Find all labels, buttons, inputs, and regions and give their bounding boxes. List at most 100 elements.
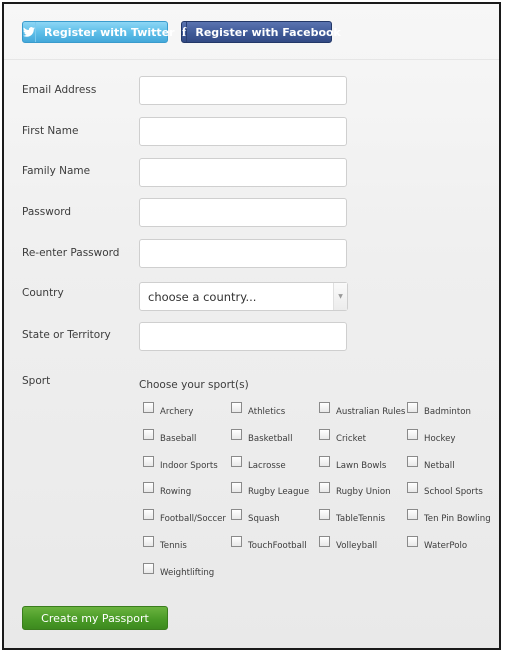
sport-checkbox[interactable] bbox=[231, 455, 242, 467]
sport-checkbox-label: Football/Soccer bbox=[160, 514, 226, 525]
sport-checkbox-item[interactable]: Squash bbox=[231, 509, 280, 524]
email-label: Email Address bbox=[22, 84, 97, 96]
sport-checkbox-label: Squash bbox=[248, 514, 280, 525]
country-label: Country bbox=[22, 287, 64, 299]
sport-checkbox-item[interactable]: Hockey bbox=[407, 428, 456, 444]
sport-checkbox-item[interactable]: Lawn Bowls bbox=[319, 455, 387, 471]
sport-checkbox-item[interactable]: Volleyball bbox=[319, 536, 377, 551]
sport-checkbox-item[interactable]: Australian Rules bbox=[319, 402, 405, 417]
first-name-field[interactable] bbox=[139, 117, 347, 146]
sport-checkbox-label: WaterPolo bbox=[424, 541, 468, 551]
sport-checkbox-label: Archery bbox=[160, 407, 194, 417]
reenter-password-label: Re-enter Password bbox=[22, 247, 120, 259]
state-field[interactable] bbox=[139, 322, 347, 351]
sport-checkbox[interactable] bbox=[143, 562, 154, 574]
sport-heading: Choose your sport(s) bbox=[139, 379, 249, 391]
sport-checkbox[interactable] bbox=[319, 428, 330, 440]
sport-checkbox-label: Tennis bbox=[160, 541, 187, 551]
password-label: Password bbox=[22, 206, 72, 218]
family-name-field[interactable] bbox=[139, 158, 347, 187]
sport-checkbox-item[interactable]: Cricket bbox=[319, 428, 366, 444]
sport-checkbox-item[interactable]: Baseball bbox=[143, 428, 197, 444]
sport-checkbox[interactable] bbox=[231, 509, 242, 521]
sport-checkbox[interactable] bbox=[143, 536, 154, 547]
register-twitter-label: Register with Twitter bbox=[44, 25, 175, 39]
sport-checkbox-label: Basketball bbox=[248, 433, 293, 444]
sport-checkbox[interactable] bbox=[143, 482, 154, 494]
sport-checkbox-label: Weightlifting bbox=[160, 567, 215, 578]
sport-checkbox-label: Baseball bbox=[160, 433, 197, 444]
sport-checkbox[interactable] bbox=[319, 482, 330, 494]
sport-checkbox-label: TableTennis bbox=[336, 514, 386, 525]
sport-checkbox-item[interactable]: Ten Pin Bowling bbox=[407, 509, 491, 524]
sport-checkbox-label: Lacrosse bbox=[248, 460, 286, 471]
sport-checkbox-label: Netball bbox=[424, 460, 455, 471]
email-field[interactable] bbox=[139, 76, 347, 105]
sport-checkbox[interactable] bbox=[407, 428, 418, 440]
sport-checkbox-label: Athletics bbox=[248, 407, 286, 417]
sport-checkbox[interactable] bbox=[407, 536, 418, 547]
sport-checkbox-item[interactable]: Rowing bbox=[143, 482, 191, 497]
sport-checkbox[interactable] bbox=[231, 482, 242, 494]
sport-checkbox-item[interactable]: Tennis bbox=[143, 536, 187, 551]
country-select-value: choose a country... bbox=[148, 289, 257, 304]
sport-checkbox-label: Cricket bbox=[336, 433, 366, 444]
sport-checkbox[interactable] bbox=[407, 402, 418, 413]
sport-checkbox-label: Ten Pin Bowling bbox=[424, 514, 491, 525]
sport-checkbox-item[interactable]: Weightlifting bbox=[143, 562, 215, 578]
sport-checkbox-label: School Sports bbox=[424, 487, 483, 498]
register-facebook-label: Register with Facebook bbox=[195, 25, 341, 39]
sport-checkbox[interactable] bbox=[319, 455, 330, 467]
sport-checkbox-label: Lawn Bowls bbox=[336, 460, 387, 471]
sport-checkbox-item[interactable]: Rugby Union bbox=[319, 482, 391, 497]
sport-checkbox[interactable] bbox=[407, 455, 418, 467]
sport-checkbox-item[interactable]: Indoor Sports bbox=[143, 455, 218, 471]
sport-checkbox-item[interactable]: Athletics bbox=[231, 402, 285, 417]
sport-checkbox-label: TouchFootball bbox=[248, 541, 307, 551]
sport-checkbox-label: Indoor Sports bbox=[160, 460, 218, 471]
sport-checkbox[interactable] bbox=[231, 536, 242, 547]
sport-checkbox[interactable] bbox=[143, 428, 154, 440]
sport-checkbox-item[interactable]: Archery bbox=[143, 402, 193, 417]
sport-checkbox[interactable] bbox=[231, 402, 242, 413]
sport-checkbox[interactable] bbox=[143, 455, 154, 467]
sport-checkbox-label: Volleyball bbox=[336, 541, 378, 551]
sport-checkbox[interactable] bbox=[231, 428, 242, 440]
first-name-label: First Name bbox=[22, 125, 79, 137]
sport-checkbox-label: Rugby League bbox=[248, 487, 310, 498]
sport-checkbox-item[interactable]: Badminton bbox=[407, 402, 471, 417]
sport-checkbox-item[interactable]: Lacrosse bbox=[231, 455, 286, 471]
sport-checkbox[interactable] bbox=[407, 509, 418, 521]
sport-checkbox-label: Rugby Union bbox=[336, 487, 391, 498]
sport-checkbox[interactable] bbox=[319, 536, 330, 547]
sport-checkbox-item[interactable]: School Sports bbox=[407, 482, 483, 497]
sport-checkbox-label: Rowing bbox=[160, 487, 192, 498]
password-field[interactable] bbox=[139, 198, 347, 227]
sport-checkbox[interactable] bbox=[319, 402, 330, 413]
create-passport-button[interactable]: Create my Passport bbox=[22, 606, 168, 630]
state-label: State or Territory bbox=[22, 329, 111, 341]
reenter-password-field[interactable] bbox=[139, 239, 347, 268]
sport-checkbox-item[interactable]: Netball bbox=[407, 455, 455, 471]
chevron-down-icon[interactable]: ▼ bbox=[333, 283, 347, 310]
sport-checkbox[interactable] bbox=[407, 482, 418, 494]
sport-checkbox-label: Badminton bbox=[424, 407, 471, 417]
sport-checkbox-item[interactable]: TouchFootball bbox=[231, 536, 307, 551]
sport-checkbox[interactable] bbox=[143, 402, 154, 413]
sport-checkbox-item[interactable]: Basketball bbox=[231, 428, 293, 444]
family-name-label: Family Name bbox=[22, 165, 91, 177]
sport-checkbox-item[interactable]: TableTennis bbox=[319, 509, 385, 524]
sport-label: Sport bbox=[22, 375, 51, 387]
social-register-bar: Register with Twitter f Register with Fa… bbox=[4, 4, 499, 60]
sport-checkbox[interactable] bbox=[143, 509, 154, 521]
sport-checkbox[interactable] bbox=[319, 509, 330, 521]
twitter-bird-icon bbox=[23, 22, 36, 42]
sport-checkbox-item[interactable]: Rugby League bbox=[231, 482, 309, 497]
register-twitter-button[interactable]: Register with Twitter bbox=[22, 21, 175, 43]
sport-checkbox-item[interactable]: WaterPolo bbox=[407, 536, 467, 551]
sport-checkbox-label: Australian Rules bbox=[336, 407, 406, 417]
sport-checkbox-label: Hockey bbox=[424, 433, 456, 444]
register-facebook-button[interactable]: f Register with Facebook bbox=[181, 21, 341, 43]
country-select[interactable]: choose a country... ▼ bbox=[139, 282, 348, 311]
sport-checkbox-item[interactable]: Football/Soccer bbox=[143, 509, 226, 524]
